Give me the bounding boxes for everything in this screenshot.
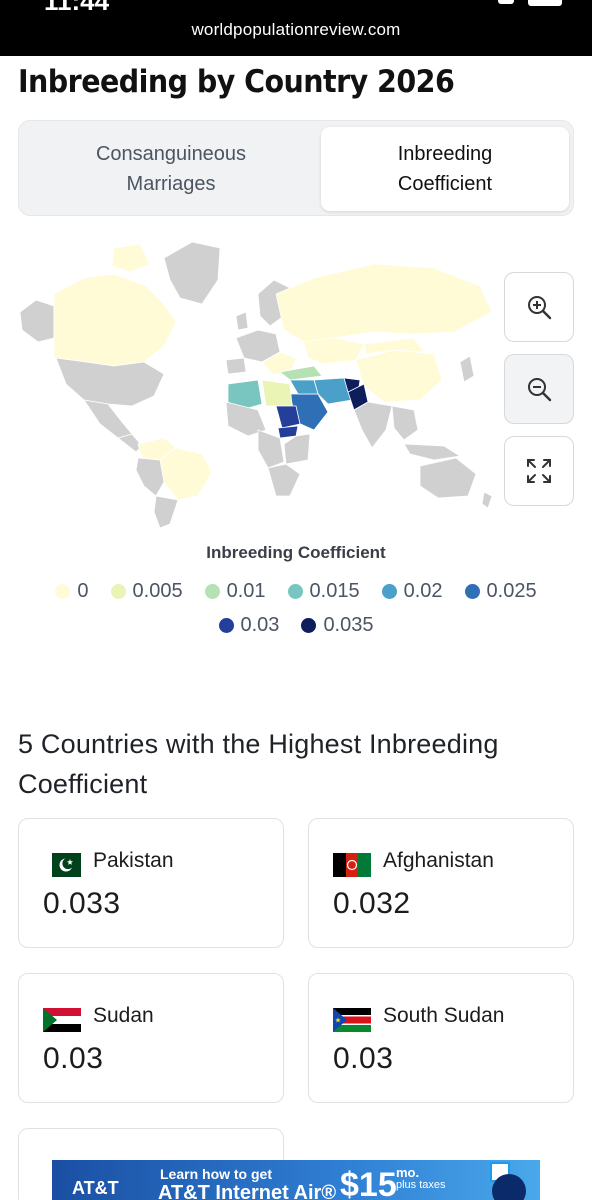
country-card-sudan[interactable]: Sudan 0.03 — [18, 973, 284, 1103]
country-value: 0.03 — [43, 1042, 104, 1075]
zoom-out-icon — [528, 378, 552, 402]
tab-consanguineous-marriages[interactable]: Consanguineous Marriages — [47, 127, 295, 211]
map-region-southern-cone — [153, 495, 179, 529]
legend-label: 0 — [77, 580, 89, 602]
map-region-usa — [55, 357, 165, 407]
zoom-out-button[interactable] — [504, 354, 574, 424]
country-value: 0.032 — [333, 887, 411, 920]
legend-title: Inbreeding Coefficient — [206, 543, 386, 562]
map-region-alaska — [19, 299, 55, 343]
country-card-afghanistan[interactable]: Afghanistan 0.032 — [308, 818, 574, 948]
map-region-central-america — [117, 433, 143, 453]
map-region-north-africa-east — [261, 379, 293, 407]
country-value: 0.03 — [333, 1042, 394, 1075]
map-region-arctic-canada — [111, 243, 151, 273]
map-region-new-zealand — [481, 491, 493, 509]
legend-swatch — [464, 584, 480, 599]
page-title: Inbreeding by Country 2026 — [18, 64, 455, 100]
map-region-iberia — [225, 357, 247, 375]
ad-terms: plus taxes — [396, 1179, 446, 1191]
south-sudan-flag-icon — [333, 1008, 371, 1032]
status-time: 11:44 — [44, 0, 110, 16]
map-region-east-africa — [283, 433, 311, 465]
map-region-japan — [459, 355, 475, 383]
ad-per: mo. — [396, 1165, 420, 1180]
country-card-pakistan[interactable]: Pakistan 0.033 — [18, 818, 284, 948]
signal-icon — [498, 0, 514, 4]
world-map[interactable] — [14, 234, 498, 530]
legend-item[interactable]: 0.01 — [204, 580, 266, 603]
legend-item[interactable]: 0.02 — [381, 580, 443, 603]
url-bar[interactable]: worldpopulationreview.com — [0, 20, 592, 40]
tab-inbreeding-coefficient[interactable]: Inbreeding Coefficient — [321, 127, 569, 211]
ad-arrow-icon[interactable] — [492, 1174, 526, 1200]
map-region-sudan — [275, 405, 301, 429]
country-name: Afghanistan — [383, 849, 494, 872]
map-region-uk — [235, 311, 249, 331]
tab-group: Consanguineous Marriages Inbreeding Coef… — [18, 120, 574, 216]
legend-item[interactable]: 0.005 — [110, 580, 183, 603]
legend-swatch — [381, 584, 397, 599]
zoom-in-icon — [528, 296, 552, 320]
legend-label: 0.035 — [323, 614, 374, 636]
afghanistan-flag-icon — [333, 853, 371, 877]
legend-swatch — [204, 584, 220, 599]
map-region-brazil — [159, 447, 213, 501]
country-card-south-sudan[interactable]: South Sudan 0.03 — [308, 973, 574, 1103]
ad-banner[interactable]: AT&T Learn how to get AT&T Internet Air®… — [52, 1160, 540, 1200]
fullscreen-icon — [527, 459, 551, 483]
legend-row: 0 0.005 0.01 0.015 0.02 0.025 — [0, 580, 592, 603]
ad-line1: Learn how to get — [160, 1166, 272, 1182]
legend-item[interactable]: 0.025 — [464, 580, 537, 603]
section-title: 5 Countries with the Highest Inbreeding … — [18, 729, 499, 799]
tab-label: Consanguineous Marriages — [95, 143, 247, 195]
pakistan-flag-icon — [43, 853, 81, 877]
legend-row: 0.03 0.035 — [0, 614, 592, 637]
map-region-southern-africa — [267, 463, 301, 497]
country-value: 0.033 — [43, 887, 121, 920]
tab-label: Inbreeding Coefficient — [397, 143, 493, 195]
legend-swatch — [287, 584, 303, 599]
legend-label: 0.005 — [132, 580, 183, 602]
legend-item[interactable]: 0 — [55, 580, 89, 603]
country-name: Sudan — [93, 1004, 154, 1027]
legend-label: 0.015 — [309, 580, 360, 602]
map-region-kazakhstan — [303, 337, 365, 365]
map-region-canada — [53, 273, 177, 367]
ad-line2: AT&T Internet Air® — [158, 1182, 337, 1200]
battery-icon — [528, 0, 562, 6]
legend-item[interactable]: 0.035 — [301, 614, 374, 637]
browser-top-bar: 11:44 worldpopulationreview.com — [0, 0, 592, 56]
map-region-indonesia — [403, 443, 461, 461]
legend-label: 0.025 — [486, 580, 537, 602]
map-region-iraq-syria — [289, 379, 319, 395]
legend-item[interactable]: 0.015 — [287, 580, 360, 603]
legend-swatch — [218, 618, 234, 633]
country-name: South Sudan — [383, 1004, 505, 1027]
legend-swatch — [301, 618, 317, 633]
legend-item[interactable]: 0.03 — [218, 614, 280, 637]
map-region-andes — [135, 457, 165, 497]
legend-label: 0.03 — [240, 614, 280, 636]
legend-label: 0.02 — [403, 580, 443, 602]
legend-swatch — [55, 584, 71, 599]
map-region-australia — [419, 457, 477, 499]
map-region-russia — [275, 263, 493, 343]
fullscreen-button[interactable] — [504, 436, 574, 506]
legend-label: 0.01 — [226, 580, 266, 602]
ad-price: $15 — [340, 1166, 397, 1200]
status-icons — [498, 0, 562, 6]
sudan-flag-icon — [43, 1008, 81, 1032]
map-region-southeast-asia — [391, 405, 419, 441]
legend-swatch — [110, 584, 126, 599]
map-region-greenland — [163, 241, 221, 305]
ad-brand: AT&T — [72, 1178, 119, 1198]
zoom-in-button[interactable] — [504, 272, 574, 342]
map-region-india — [353, 401, 393, 449]
country-name: Pakistan — [93, 849, 174, 872]
map-region-china — [355, 349, 443, 403]
